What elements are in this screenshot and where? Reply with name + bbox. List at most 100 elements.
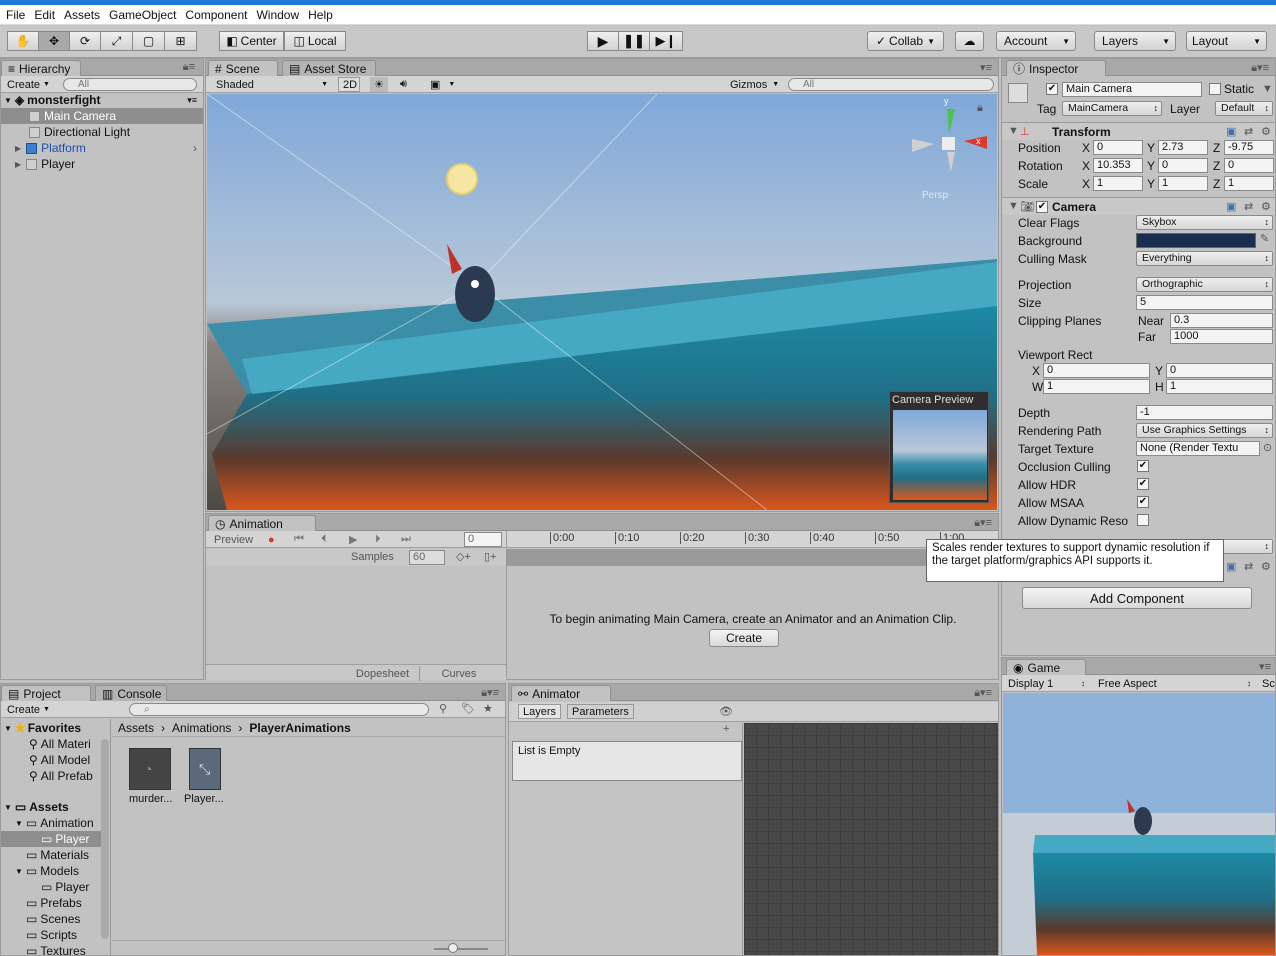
camera-header[interactable]: ▼ 📷︎ ✔ Camera ▣ ⇄ ⚙ xyxy=(1002,197,1275,215)
hierarchy-create-dropdown[interactable]: Create ▼ xyxy=(3,77,54,92)
tab-dopesheet[interactable]: Dopesheet xyxy=(346,666,420,681)
gear-icon[interactable]: ⚙ xyxy=(1261,125,1271,138)
viewport-h-field[interactable]: 1 xyxy=(1166,379,1273,394)
tag-dropdown[interactable]: MainCamera xyxy=(1062,101,1162,116)
collab-dropdown[interactable]: ✓ Collab ▼ xyxy=(867,31,944,51)
tab-inspector[interactable]: ⓘ Inspector xyxy=(1006,60,1106,76)
eye-icon[interactable]: 👁︎ xyxy=(719,705,733,718)
allow-dynamic-resolution-checkbox[interactable] xyxy=(1137,514,1149,526)
favorites-header[interactable]: ▼ ★ Favorites xyxy=(1,720,105,736)
effects-dropdown[interactable]: ▣ ▼ xyxy=(426,77,459,92)
star-icon[interactable]: ★ xyxy=(483,702,493,715)
tab-project[interactable]: ▤ Project xyxy=(1,685,91,701)
move-tool-button[interactable]: ✥ xyxy=(38,31,70,51)
menu-icon[interactable]: ▾≡ xyxy=(187,95,197,106)
depth-field[interactable]: -1 xyxy=(1136,405,1273,420)
timeline-ruler[interactable]: 0:00 0:10 0:20 0:30 0:40 0:50 1:00 xyxy=(506,531,998,548)
object-name-field[interactable]: Main Camera xyxy=(1062,82,1202,97)
hierarchy-search-input[interactable]: All xyxy=(63,78,197,91)
camera-enabled-checkbox[interactable]: ✔ xyxy=(1036,201,1048,213)
preset-icon[interactable]: ⇄ xyxy=(1244,560,1253,573)
menu-file[interactable]: File xyxy=(5,8,26,22)
project-folder-item[interactable]: ▭ Player xyxy=(1,831,101,847)
menu-window[interactable]: Window xyxy=(255,8,300,22)
samples-field[interactable]: 60 xyxy=(409,550,445,565)
projection-label[interactable]: Persp xyxy=(922,190,948,201)
help-icon[interactable]: ▣ xyxy=(1226,125,1236,138)
audio-toggle[interactable]: 🔊︎ xyxy=(396,77,411,92)
lock-icon[interactable]: 🔒︎≡ xyxy=(183,61,195,74)
first-key-button[interactable]: ⏮︎ xyxy=(290,532,308,547)
panel-menu-icon[interactable]: 🔒︎▾≡ xyxy=(974,686,992,700)
pause-button[interactable]: ❚❚ xyxy=(618,31,650,51)
frame-field[interactable]: 0 xyxy=(464,532,502,547)
tab-hierarchy[interactable]: ≡ Hierarchy xyxy=(1,60,81,76)
preset-icon[interactable]: ⇄ xyxy=(1244,200,1253,213)
tree-scrollbar[interactable] xyxy=(101,739,109,939)
add-key-icon[interactable]: ◇+ xyxy=(456,550,471,563)
viewport-x-field[interactable]: 0 xyxy=(1043,363,1150,378)
prev-key-button[interactable]: ⏴︎ xyxy=(317,532,331,547)
background-color-swatch[interactable] xyxy=(1136,233,1256,248)
tab-animation[interactable]: ◷ Animation xyxy=(208,515,316,531)
animator-layers-tab[interactable]: Layers xyxy=(518,704,562,719)
scale-y-field[interactable]: 1 xyxy=(1158,176,1208,191)
play-anim-button[interactable]: ▶ xyxy=(345,532,361,547)
2d-toggle[interactable]: 2D xyxy=(338,77,360,92)
scale-tool-button[interactable]: ⤢ xyxy=(100,31,133,51)
culling-mask-dropdown[interactable]: Everything xyxy=(1136,251,1273,266)
tag-icon[interactable]: 🏷︎ xyxy=(461,702,475,715)
animator-parameters-tab[interactable]: Parameters xyxy=(567,704,634,719)
project-folder-item[interactable]: ▭ Scenes xyxy=(1,911,101,927)
position-x-field[interactable]: 0 xyxy=(1093,140,1143,155)
hierarchy-item-directional-light[interactable]: Directional Light xyxy=(1,124,203,140)
tab-curves[interactable]: Curves xyxy=(421,666,497,681)
chevron-right-icon[interactable]: › xyxy=(193,141,197,155)
position-z-field[interactable]: -9.75 xyxy=(1224,140,1274,155)
object-picker-icon[interactable]: ⊙ xyxy=(1263,441,1272,454)
menu-edit[interactable]: Edit xyxy=(33,8,56,22)
icon-size-slider[interactable] xyxy=(434,948,488,950)
viewport-y-field[interactable]: 0 xyxy=(1166,363,1273,378)
project-create-dropdown[interactable]: Create ▼ xyxy=(3,702,54,717)
panel-menu-icon[interactable]: 🔒︎▾≡ xyxy=(974,516,992,530)
space-toggle[interactable]: ◫ Local xyxy=(284,31,346,51)
layout-dropdown[interactable]: Layout ▼ xyxy=(1186,31,1267,51)
preview-toggle[interactable]: Preview xyxy=(210,532,257,547)
record-button[interactable]: ● xyxy=(264,532,279,547)
add-icon[interactable]: + xyxy=(723,723,729,735)
position-y-field[interactable]: 2.73 xyxy=(1158,140,1208,155)
help-icon[interactable]: ▣ xyxy=(1226,200,1236,213)
scale-x-field[interactable]: 1 xyxy=(1093,176,1143,191)
preset-icon[interactable]: ⇄ xyxy=(1244,125,1253,138)
menu-component[interactable]: Component xyxy=(184,8,248,22)
panel-menu-icon[interactable]: ▾≡ xyxy=(980,61,992,74)
viewport-w-field[interactable]: 1 xyxy=(1043,379,1150,394)
account-dropdown[interactable]: Account ▼ xyxy=(996,31,1076,51)
animation-clip-asset[interactable]: ◔ xyxy=(129,748,171,790)
rotation-y-field[interactable]: 0 xyxy=(1158,158,1208,173)
size-field[interactable]: 5 xyxy=(1136,295,1273,310)
tab-console[interactable]: ▥ Console xyxy=(95,685,167,701)
active-checkbox[interactable]: ✔ xyxy=(1046,83,1058,95)
animation-create-button[interactable]: Create xyxy=(709,629,779,647)
static-checkbox[interactable] xyxy=(1209,83,1221,95)
fav-item-models[interactable]: ⚲ All Model xyxy=(1,752,105,768)
pivot-toggle[interactable]: ◧ Center xyxy=(219,31,284,51)
help-icon[interactable]: ▣ xyxy=(1226,560,1236,573)
cloud-button[interactable]: ☁ xyxy=(955,31,984,51)
game-view[interactable] xyxy=(1003,693,1275,955)
add-component-button[interactable]: Add Component xyxy=(1022,587,1252,609)
rendering-path-dropdown[interactable]: Use Graphics Settings xyxy=(1136,423,1273,438)
add-event-icon[interactable]: ▯+ xyxy=(484,550,496,563)
tab-asset-store[interactable]: ▤ Asset Store xyxy=(282,60,376,76)
assets-header[interactable]: ▼ ▭ Assets xyxy=(1,799,105,815)
project-folder-item[interactable]: ▼ ▭ Animation xyxy=(1,815,101,831)
rect-tool-button[interactable]: ▢ xyxy=(132,31,165,51)
scene-viewport[interactable]: 🔒︎ Persp x y Camera Preview xyxy=(207,94,997,510)
gizmos-dropdown[interactable]: Gizmos ▼ xyxy=(726,77,783,92)
fav-item-prefabs[interactable]: ⚲ All Prefab xyxy=(1,768,105,784)
occlusion-culling-checkbox[interactable]: ✔ xyxy=(1137,460,1149,472)
menu-help[interactable]: Help xyxy=(307,8,334,22)
breadcrumb-item[interactable]: Animations xyxy=(172,721,231,735)
